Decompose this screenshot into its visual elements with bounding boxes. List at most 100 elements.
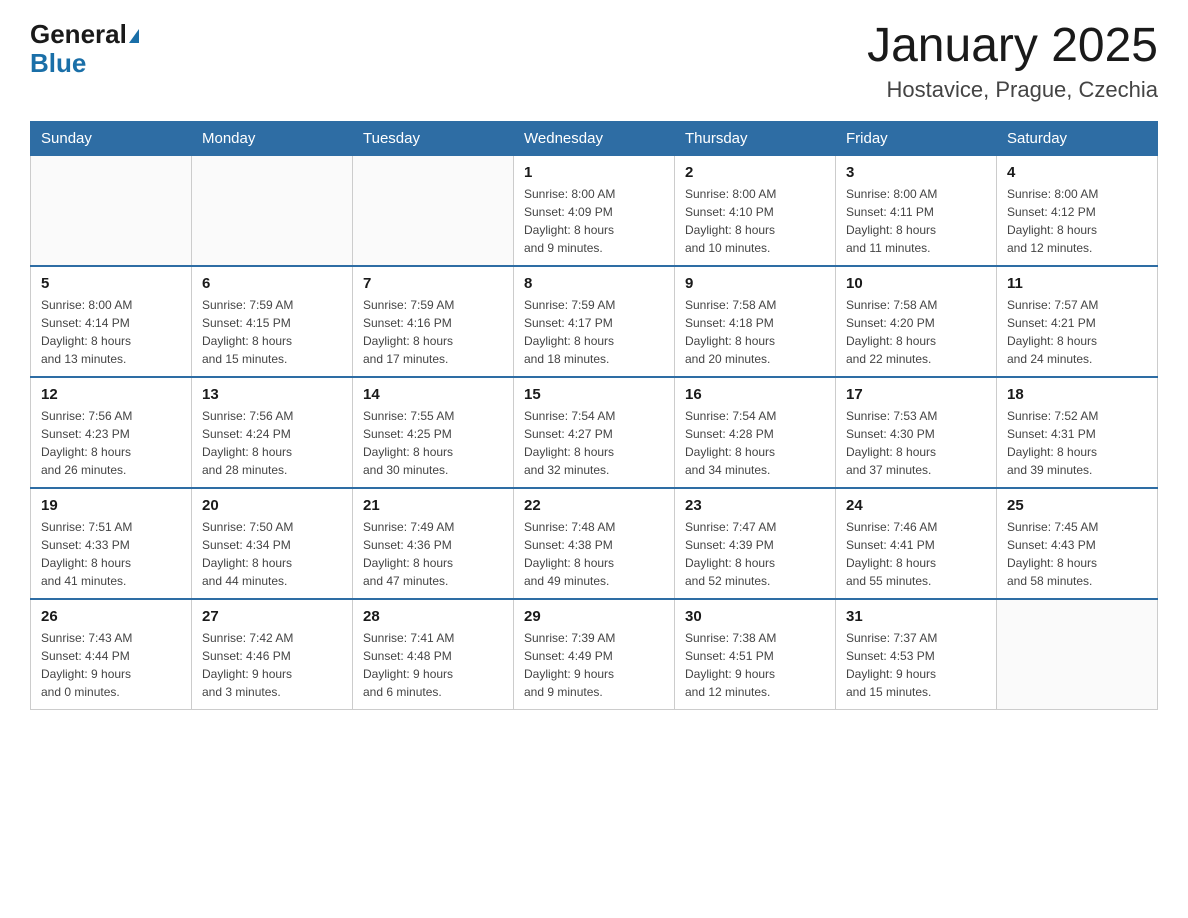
day-number: 4	[1007, 164, 1147, 181]
day-number: 20	[202, 497, 342, 514]
calendar-cell	[192, 155, 353, 266]
day-info: Sunrise: 7:54 AMSunset: 4:27 PMDaylight:…	[524, 407, 664, 479]
weekday-header-thursday: Thursday	[675, 121, 836, 155]
day-info: Sunrise: 7:58 AMSunset: 4:18 PMDaylight:…	[685, 296, 825, 368]
calendar-cell: 25Sunrise: 7:45 AMSunset: 4:43 PMDayligh…	[997, 488, 1158, 599]
calendar-cell	[353, 155, 514, 266]
day-info: Sunrise: 7:57 AMSunset: 4:21 PMDaylight:…	[1007, 296, 1147, 368]
logo-text: General Blue	[30, 20, 139, 77]
day-info: Sunrise: 7:50 AMSunset: 4:34 PMDaylight:…	[202, 518, 342, 590]
calendar-cell: 20 Sunrise: 7:50 AMSunset: 4:34 PMDayligh…	[192, 488, 353, 599]
day-number: 26	[41, 608, 181, 625]
day-number: 13	[202, 386, 342, 403]
calendar-cell: 31Sunrise: 7:37 AMSunset: 4:53 PMDayligh…	[836, 599, 997, 710]
day-info: Sunrise: 8:00 AMSunset: 4:12 PMDaylight:…	[1007, 185, 1147, 257]
day-info: Sunrise: 7:48 AMSunset: 4:38 PMDaylight:…	[524, 518, 664, 590]
calendar-week-row: 1 Sunrise: 8:00 AMSunset: 4:09 PMDaylight…	[31, 155, 1158, 266]
calendar-cell: 30 Sunrise: 7:38 AMSunset: 4:51 PMDayligh…	[675, 599, 836, 710]
day-number: 8	[524, 275, 664, 292]
calendar-week-row: 26 Sunrise: 7:43 AMSunset: 4:44 PMDayligh…	[31, 599, 1158, 710]
calendar-cell: 19 Sunrise: 7:51 AMSunset: 4:33 PMDayligh…	[31, 488, 192, 599]
page-header: General Blue January 2025 Hostavice, Pra…	[30, 20, 1158, 103]
day-info: Sunrise: 7:59 AMSunset: 4:17 PMDaylight:…	[524, 296, 664, 368]
day-number: 1	[524, 164, 664, 181]
day-info: Sunrise: 7:51 AMSunset: 4:33 PMDaylight:…	[41, 518, 181, 590]
calendar-cell: 5Sunrise: 8:00 AMSunset: 4:14 PMDaylight…	[31, 266, 192, 377]
calendar-cell: 18 Sunrise: 7:52 AMSunset: 4:31 PMDayligh…	[997, 377, 1158, 488]
calendar-cell: 12 Sunrise: 7:56 AMSunset: 4:23 PMDayligh…	[31, 377, 192, 488]
day-info: Sunrise: 7:59 AMSunset: 4:15 PMDaylight:…	[202, 296, 342, 368]
weekday-header-saturday: Saturday	[997, 121, 1158, 155]
day-number: 24	[846, 497, 986, 514]
calendar-cell: 6Sunrise: 7:59 AMSunset: 4:15 PMDaylight…	[192, 266, 353, 377]
day-number: 17	[846, 386, 986, 403]
day-info: Sunrise: 7:56 AMSunset: 4:24 PMDaylight:…	[202, 407, 342, 479]
calendar-week-row: 12 Sunrise: 7:56 AMSunset: 4:23 PMDayligh…	[31, 377, 1158, 488]
calendar-cell	[31, 155, 192, 266]
calendar-cell: 24Sunrise: 7:46 AMSunset: 4:41 PMDayligh…	[836, 488, 997, 599]
day-number: 15	[524, 386, 664, 403]
weekday-header-wednesday: Wednesday	[514, 121, 675, 155]
month-title: January 2025	[867, 20, 1158, 73]
calendar-cell: 8 Sunrise: 7:59 AMSunset: 4:17 PMDaylight…	[514, 266, 675, 377]
day-info: Sunrise: 7:39 AMSunset: 4:49 PMDaylight:…	[524, 629, 664, 701]
day-info: Sunrise: 7:59 AMSunset: 4:16 PMDaylight:…	[363, 296, 503, 368]
calendar-week-row: 19 Sunrise: 7:51 AMSunset: 4:33 PMDayligh…	[31, 488, 1158, 599]
calendar-cell: 1 Sunrise: 8:00 AMSunset: 4:09 PMDaylight…	[514, 155, 675, 266]
day-number: 16	[685, 386, 825, 403]
day-number: 29	[524, 608, 664, 625]
day-info: Sunrise: 7:49 AMSunset: 4:36 PMDaylight:…	[363, 518, 503, 590]
day-number: 18	[1007, 386, 1147, 403]
calendar-cell: 26 Sunrise: 7:43 AMSunset: 4:44 PMDayligh…	[31, 599, 192, 710]
day-number: 11	[1007, 275, 1147, 292]
day-info: Sunrise: 8:00 AMSunset: 4:11 PMDaylight:…	[846, 185, 986, 257]
calendar-cell: 21 Sunrise: 7:49 AMSunset: 4:36 PMDayligh…	[353, 488, 514, 599]
calendar-cell: 16 Sunrise: 7:54 AMSunset: 4:28 PMDayligh…	[675, 377, 836, 488]
calendar-cell: 9 Sunrise: 7:58 AMSunset: 4:18 PMDaylight…	[675, 266, 836, 377]
calendar-cell: 7Sunrise: 7:59 AMSunset: 4:16 PMDaylight…	[353, 266, 514, 377]
day-info: Sunrise: 7:54 AMSunset: 4:28 PMDaylight:…	[685, 407, 825, 479]
weekday-header-row: SundayMondayTuesdayWednesdayThursdayFrid…	[31, 121, 1158, 155]
header-right: January 2025 Hostavice, Prague, Czechia	[867, 20, 1158, 103]
location: Hostavice, Prague, Czechia	[867, 77, 1158, 103]
day-number: 30	[685, 608, 825, 625]
day-number: 23	[685, 497, 825, 514]
calendar-cell: 17 Sunrise: 7:53 AMSunset: 4:30 PMDayligh…	[836, 377, 997, 488]
logo: General Blue	[30, 20, 139, 77]
weekday-header-friday: Friday	[836, 121, 997, 155]
logo-triangle-icon	[129, 29, 139, 43]
day-info: Sunrise: 7:42 AMSunset: 4:46 PMDaylight:…	[202, 629, 342, 701]
day-info: Sunrise: 7:53 AMSunset: 4:30 PMDaylight:…	[846, 407, 986, 479]
logo-blue: Blue	[30, 48, 86, 78]
calendar-cell: 14Sunrise: 7:55 AMSunset: 4:25 PMDayligh…	[353, 377, 514, 488]
day-info: Sunrise: 7:38 AMSunset: 4:51 PMDaylight:…	[685, 629, 825, 701]
weekday-header-monday: Monday	[192, 121, 353, 155]
calendar-cell: 22 Sunrise: 7:48 AMSunset: 4:38 PMDayligh…	[514, 488, 675, 599]
calendar-cell: 10Sunrise: 7:58 AMSunset: 4:20 PMDayligh…	[836, 266, 997, 377]
day-info: Sunrise: 7:43 AMSunset: 4:44 PMDaylight:…	[41, 629, 181, 701]
calendar-cell: 11 Sunrise: 7:57 AMSunset: 4:21 PMDayligh…	[997, 266, 1158, 377]
day-number: 12	[41, 386, 181, 403]
calendar-cell: 4 Sunrise: 8:00 AMSunset: 4:12 PMDaylight…	[997, 155, 1158, 266]
day-info: Sunrise: 7:45 AMSunset: 4:43 PMDaylight:…	[1007, 518, 1147, 590]
day-info: Sunrise: 8:00 AMSunset: 4:09 PMDaylight:…	[524, 185, 664, 257]
day-number: 9	[685, 275, 825, 292]
calendar-cell: 3Sunrise: 8:00 AMSunset: 4:11 PMDaylight…	[836, 155, 997, 266]
day-info: Sunrise: 7:52 AMSunset: 4:31 PMDaylight:…	[1007, 407, 1147, 479]
day-number: 21	[363, 497, 503, 514]
calendar-cell: 15 Sunrise: 7:54 AMSunset: 4:27 PMDayligh…	[514, 377, 675, 488]
calendar-cell	[997, 599, 1158, 710]
calendar-cell: 28Sunrise: 7:41 AMSunset: 4:48 PMDayligh…	[353, 599, 514, 710]
day-number: 27	[202, 608, 342, 625]
day-number: 19	[41, 497, 181, 514]
weekday-header-tuesday: Tuesday	[353, 121, 514, 155]
day-info: Sunrise: 7:56 AMSunset: 4:23 PMDaylight:…	[41, 407, 181, 479]
day-number: 5	[41, 275, 181, 292]
day-number: 2	[685, 164, 825, 181]
calendar-cell: 29 Sunrise: 7:39 AMSunset: 4:49 PMDayligh…	[514, 599, 675, 710]
calendar-cell: 2Sunrise: 8:00 AMSunset: 4:10 PMDaylight…	[675, 155, 836, 266]
day-number: 31	[846, 608, 986, 625]
day-info: Sunrise: 7:58 AMSunset: 4:20 PMDaylight:…	[846, 296, 986, 368]
day-info: Sunrise: 7:55 AMSunset: 4:25 PMDaylight:…	[363, 407, 503, 479]
day-number: 22	[524, 497, 664, 514]
